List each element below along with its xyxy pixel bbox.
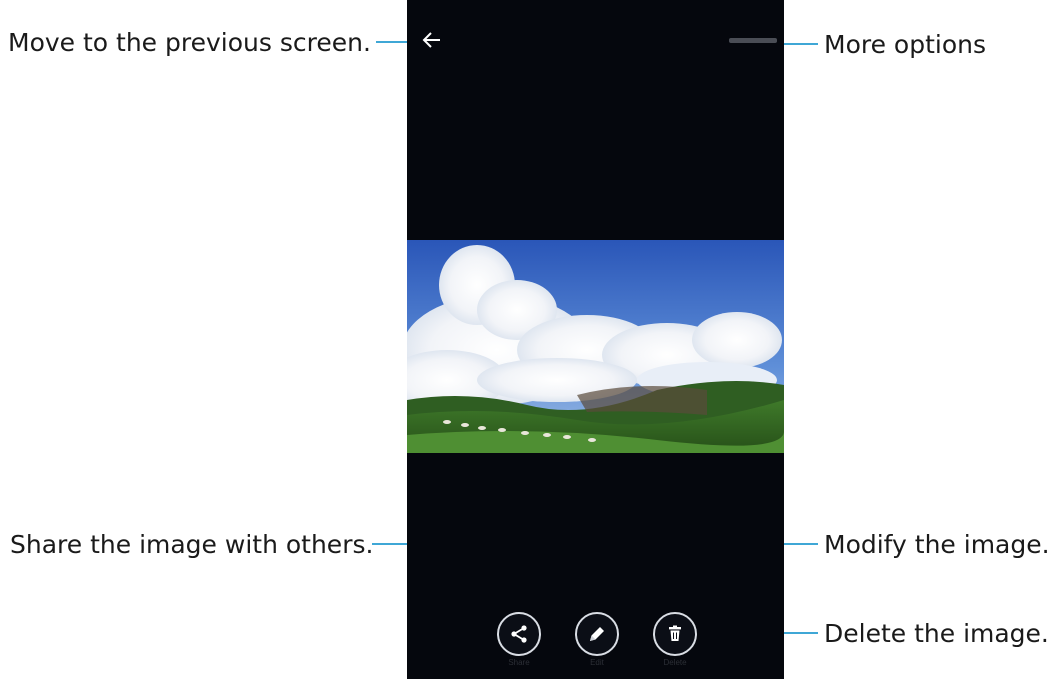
photo-viewer-image[interactable] [407,240,784,453]
callout-more-label: More options [824,30,986,59]
more-options-icon [729,38,777,43]
back-arrow-icon [422,32,440,48]
landscape-photo [407,240,784,453]
phone-screen: Share Edit Delete [407,0,784,679]
callout-modify-label: Modify the image. [824,530,1050,559]
pencil-icon [590,627,604,641]
share-icon [511,625,527,643]
more-options-button[interactable] [729,36,777,46]
share-button-label: Share [508,658,530,667]
back-button[interactable] [419,28,445,52]
callout-back-label: Move to the previous screen. [8,28,371,57]
delete-button-label: Delete [663,658,687,667]
callout-share-label: Share the image with others. [10,530,374,559]
bottom-action-bar: Share Edit Delete [407,612,784,679]
edit-button[interactable]: Edit [574,612,620,667]
delete-button[interactable]: Delete [652,612,698,667]
callout-delete-label: Delete the image. [824,619,1049,648]
edit-button-label: Edit [590,658,604,667]
share-button[interactable]: Share [496,612,542,667]
trash-icon [669,625,681,641]
